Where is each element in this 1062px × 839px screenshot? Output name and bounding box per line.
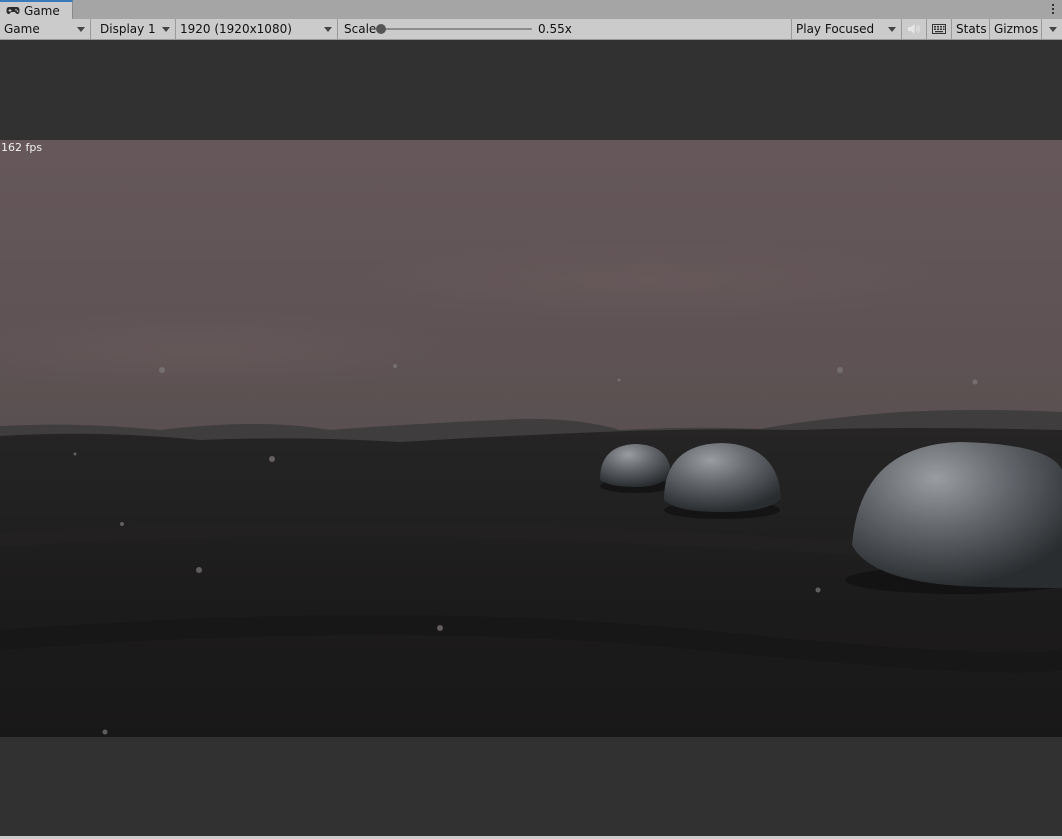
more-options-icon[interactable] xyxy=(1050,3,1056,16)
stats-button[interactable]: Stats xyxy=(952,19,990,39)
scale-value: 0.55x xyxy=(538,22,572,36)
view-select[interactable]: Game xyxy=(0,19,91,39)
chevron-down-icon xyxy=(77,27,85,32)
gizmos-dropdown-button[interactable] xyxy=(1042,19,1062,39)
gizmos-button[interactable]: Gizmos xyxy=(990,19,1042,39)
speaker-muted-icon xyxy=(908,24,920,34)
chevron-down-icon xyxy=(1049,27,1057,32)
stats-label: Stats xyxy=(956,22,987,36)
tab-label: Game xyxy=(24,3,60,18)
gamepad-icon xyxy=(6,7,20,14)
scale-slider-track[interactable] xyxy=(382,28,532,30)
tab-bar: Game xyxy=(0,0,1062,19)
resolution-select[interactable]: 1920 (1920x1080) xyxy=(176,19,338,39)
fps-counter: 162 fps xyxy=(1,141,43,154)
play-mode-select[interactable]: Play Focused xyxy=(792,19,902,39)
chevron-down-icon xyxy=(162,27,170,32)
scale-label: Scale xyxy=(344,22,377,36)
game-render-image[interactable] xyxy=(0,140,1062,737)
display-select[interactable]: Display 1 xyxy=(91,19,176,39)
gizmos-label: Gizmos xyxy=(994,22,1039,36)
chevron-down-icon xyxy=(324,27,332,32)
display-select-value: Display 1 xyxy=(100,22,156,36)
scale-control: Scale 0.55x xyxy=(338,19,792,39)
scale-slider-handle[interactable] xyxy=(376,24,386,34)
tab-game[interactable]: Game xyxy=(0,0,73,19)
mute-audio-button[interactable] xyxy=(902,19,927,39)
shortcuts-button[interactable] xyxy=(927,19,952,39)
resolution-select-value: 1920 (1920x1080) xyxy=(180,22,292,36)
game-toolbar: Game Display 1 1920 (1920x1080) Scale 0.… xyxy=(0,19,1062,40)
view-select-value: Game xyxy=(4,22,40,36)
play-mode-select-value: Play Focused xyxy=(796,22,875,36)
keyboard-grid-icon xyxy=(932,24,946,34)
chevron-down-icon xyxy=(888,27,896,32)
